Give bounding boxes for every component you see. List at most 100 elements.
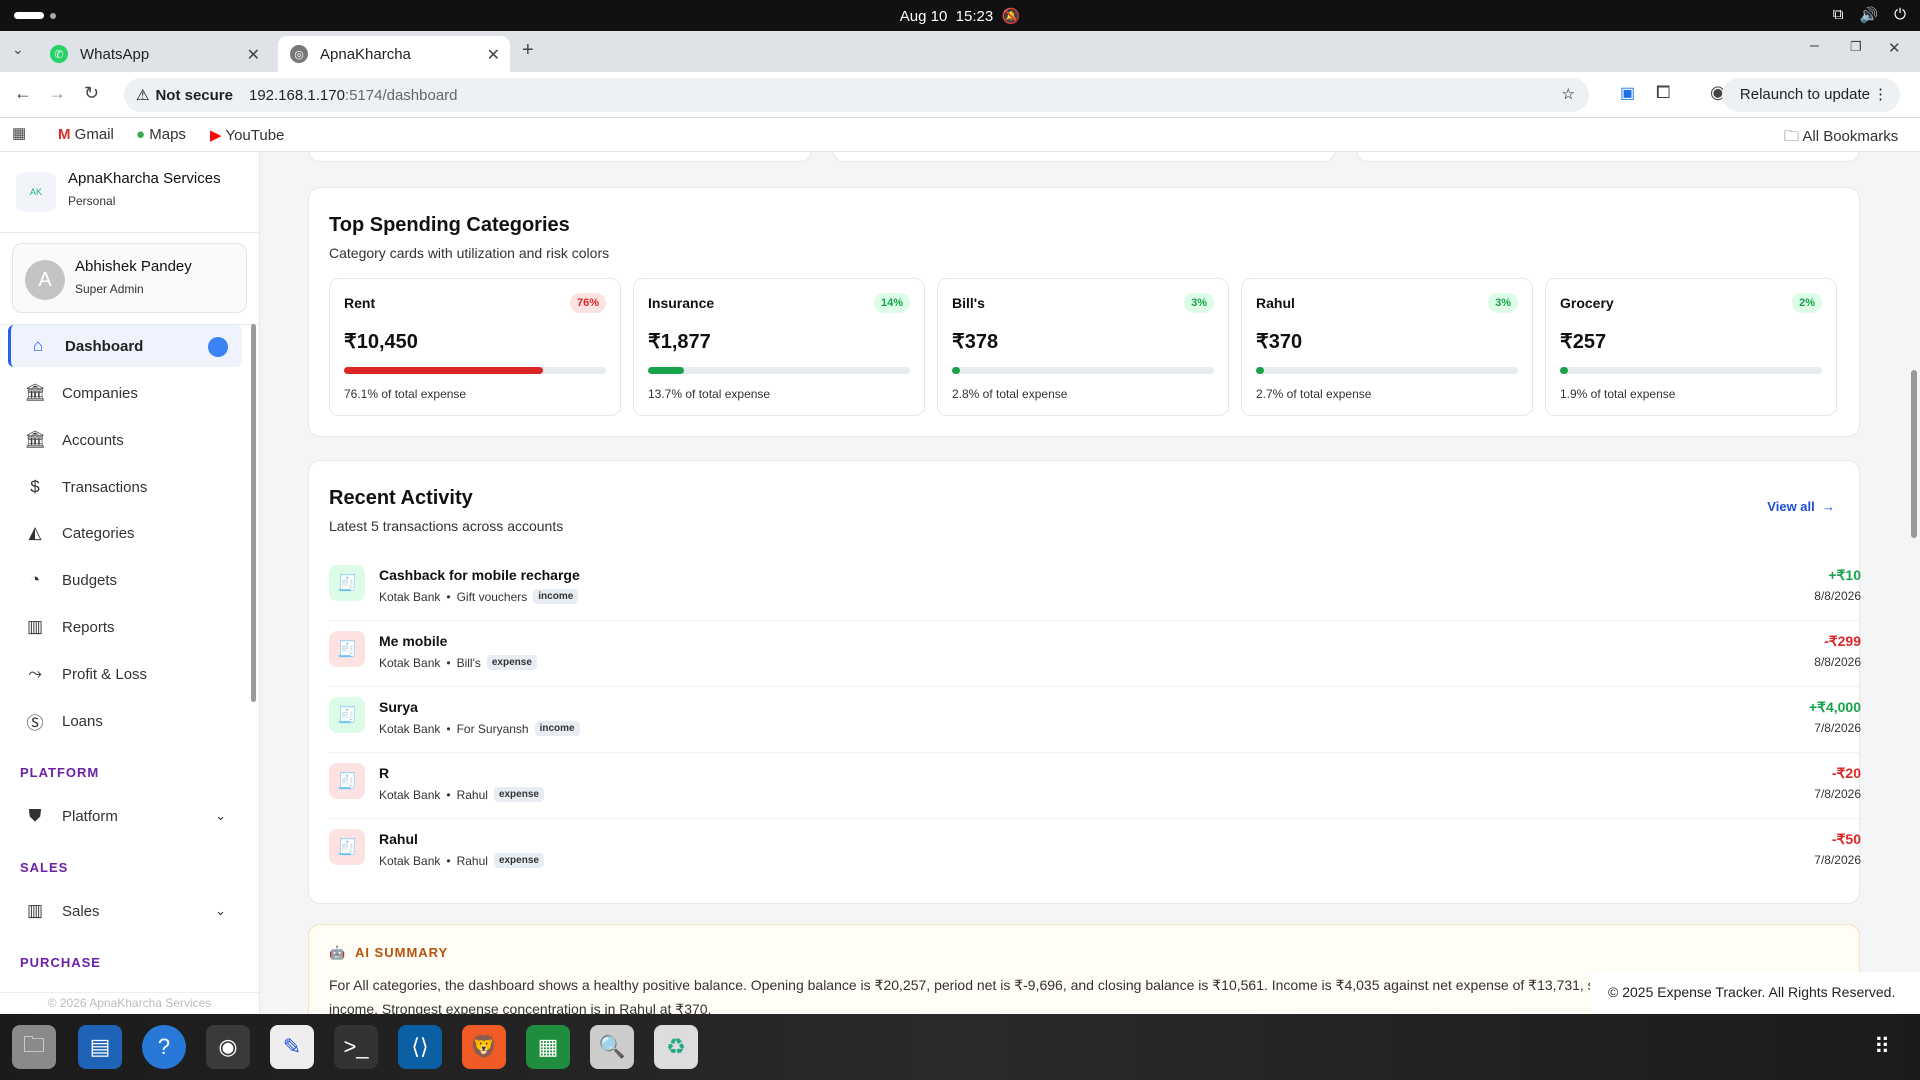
close-window-icon[interactable]: ✕ — [1888, 39, 1901, 57]
type-tag: expense — [493, 787, 544, 802]
coin-icon: Ⓢ — [26, 713, 44, 733]
section-purchase: PURCHASE — [20, 955, 101, 970]
list-item[interactable]: 🧾 R Kotak Bank • Rahul expense -₹20 7/8/202… — [329, 753, 1861, 819]
warning-icon: ⚠ — [136, 87, 150, 104]
bookmark-star-icon[interactable]: ☆ — [1562, 85, 1575, 103]
new-tab-icon[interactable]: + — [522, 39, 534, 62]
tab-apnakharcha[interactable]: ◎ ApnaKharcha ✕ — [278, 36, 510, 72]
user-card[interactable]: A Abhishek Pandey Super Admin — [12, 243, 247, 313]
sidebar-item-transactions[interactable]: $ Transactions — [8, 466, 242, 508]
transaction-account: Kotak Bank — [379, 721, 441, 736]
shapes-icon: ◭ — [28, 523, 42, 542]
bank-icon: 🏛 — [24, 430, 46, 449]
category-card[interactable]: Rent 76% ₹10,450 76.1% of total expense — [329, 278, 621, 416]
utilization-fill — [1560, 367, 1568, 374]
reload-icon[interactable]: ↻ — [84, 83, 99, 104]
sidebar: AK ApnaKharcha Services Personal A Abhis… — [0, 152, 260, 1014]
brave-app-icon[interactable]: 🦁 — [462, 1025, 506, 1069]
clock[interactable]: Aug 10 15:23 🔕 — [0, 7, 1920, 25]
back-icon[interactable]: ← — [14, 83, 32, 104]
bookmark-youtube[interactable]: ▶ YouTube — [210, 126, 284, 144]
sidebar-item-sales[interactable]: ▥ Sales ⌄ — [8, 890, 242, 932]
apps-grid-icon[interactable]: ▦ — [12, 124, 26, 142]
category-card[interactable]: Bill's 3% ₹378 2.8% of total expense — [937, 278, 1229, 416]
sidebar-item-accounts[interactable]: 🏛 Accounts — [8, 419, 242, 461]
receipt-icon: 🧾 — [329, 763, 365, 799]
system-tray[interactable]: ⧉ 🔊 ⏻ — [1833, 6, 1906, 24]
category-badge: 3% — [1488, 293, 1518, 313]
chrome-app-icon[interactable]: ◉ — [206, 1025, 250, 1069]
main-scrollbar[interactable] — [1911, 370, 1917, 538]
sidebar-item-loans[interactable]: Ⓢ Loans — [8, 700, 242, 742]
close-tab-icon[interactable]: ✕ — [247, 45, 260, 65]
list-item[interactable]: 🧾 Me mobile Kotak Bank • Bill's expense -₹2… — [329, 621, 1861, 687]
sidebar-item-platform[interactable]: ⛊ Platform ⌄ — [8, 795, 242, 837]
bookmark-maps[interactable]: ● Maps — [136, 126, 186, 143]
transaction-amount: -₹50 — [1831, 831, 1861, 847]
sidebar-scrollbar[interactable] — [251, 324, 256, 702]
category-name: Grocery — [1560, 295, 1614, 311]
transaction-date: 7/8/2026 — [1814, 787, 1861, 801]
list-item[interactable]: 🧾 Rahul Kotak Bank • Rahul expense -₹50 7/8… — [329, 819, 1861, 885]
sidebar-item-categories[interactable]: ◭ Categories — [8, 512, 242, 554]
brand[interactable]: AK ApnaKharcha Services Personal — [16, 168, 244, 228]
category-caption: 2.7% of total expense — [1256, 387, 1372, 401]
tab-label: ApnaKharcha — [320, 45, 411, 63]
extension-icon[interactable]: ▣ — [1620, 83, 1635, 103]
active-indicator — [208, 337, 228, 357]
help-app-icon[interactable]: ? — [142, 1025, 186, 1069]
tab-list-chevron-icon[interactable]: ⌄ — [12, 41, 24, 58]
category-card[interactable]: Grocery 2% ₹257 1.9% of total expense — [1545, 278, 1837, 416]
app-viewport: AK ApnaKharcha Services Personal A Abhis… — [0, 152, 1920, 1014]
spreadsheet-app-icon[interactable]: ▦ — [526, 1025, 570, 1069]
sidebar-item-budgets[interactable]: ◔ Budgets — [8, 559, 242, 601]
category-amount: ₹10,450 — [344, 331, 418, 353]
sidebar-item-label: Dashboard — [65, 337, 144, 355]
terminal-app-icon[interactable]: >_ — [334, 1025, 378, 1069]
trash-app-icon[interactable]: ♻ — [654, 1025, 698, 1069]
transaction-date: 8/8/2026 — [1814, 589, 1861, 603]
app-grid-icon[interactable]: ⠿ — [1860, 1025, 1904, 1069]
forward-icon[interactable]: → — [48, 83, 66, 104]
image-viewer-app-icon[interactable]: 🔍 — [590, 1025, 634, 1069]
tab-whatsapp[interactable]: ✆ WhatsApp ✕ — [38, 36, 270, 72]
text-editor-app-icon[interactable]: ✎ — [270, 1025, 314, 1069]
transaction-account: Kotak Bank — [379, 589, 441, 604]
extensions-puzzle-icon[interactable]: ⧠ — [1656, 82, 1670, 103]
section-sales: SALES — [20, 860, 69, 875]
files-app-icon[interactable]: 🗀 — [12, 1025, 56, 1069]
list-item[interactable]: 🧾 Cashback for mobile recharge Kotak Ban… — [329, 555, 1861, 621]
category-name: Rent — [344, 295, 376, 311]
view-all-link[interactable]: View all → — [1767, 499, 1835, 514]
minimize-icon[interactable]: – — [1810, 37, 1819, 55]
category-card[interactable]: Insurance 14% ₹1,877 13.7% of total expe… — [633, 278, 925, 416]
utilization-fill — [1256, 367, 1264, 374]
document-app-icon[interactable]: ▤ — [78, 1025, 122, 1069]
transaction-account: Kotak Bank — [379, 853, 441, 868]
vscode-app-icon[interactable]: ⟨⟩ — [398, 1025, 442, 1069]
transaction-amount: -₹20 — [1831, 765, 1861, 781]
receipt-icon: 🧾 — [329, 565, 365, 601]
address-bar[interactable]: ⚠ Not secure 192.168.1.170:5174/dashboar… — [124, 78, 1589, 112]
all-bookmarks[interactable]: 🗀 All Bookmarks — [1784, 126, 1898, 151]
restore-icon[interactable]: ❐ — [1850, 39, 1862, 55]
sidebar-item-label: Companies — [62, 384, 138, 402]
category-amount: ₹370 — [1256, 331, 1303, 353]
category-amount: ₹257 — [1560, 331, 1607, 353]
category-card[interactable]: Rahul 3% ₹370 2.7% of total expense — [1241, 278, 1533, 416]
avatar: A — [25, 260, 65, 300]
sidebar-item-reports[interactable]: ▥ Reports — [8, 606, 242, 648]
utilization-fill — [952, 367, 960, 374]
sidebar-item-companies[interactable]: 🏛 Companies — [8, 372, 242, 414]
sidebar-item-dashboard[interactable]: ⌂ Dashboard — [8, 325, 242, 367]
not-secure-label[interactable]: Not secure — [155, 87, 233, 104]
relaunch-button[interactable]: Relaunch to update ⋮ — [1721, 78, 1900, 112]
list-item[interactable]: 🧾 Surya Kotak Bank • For Suryansh income +₹… — [329, 687, 1861, 753]
sidebar-item-label: Profit & Loss — [62, 665, 148, 683]
sidebar-item-profit-loss[interactable]: ⤳ Profit & Loss — [8, 653, 242, 695]
folder-icon: 🗀 — [1784, 128, 1800, 145]
bookmark-gmail[interactable]: M Gmail — [58, 126, 114, 143]
sidebar-item-label: Budgets — [62, 571, 118, 589]
type-tag: income — [534, 721, 580, 736]
close-tab-icon[interactable]: ✕ — [487, 45, 500, 65]
